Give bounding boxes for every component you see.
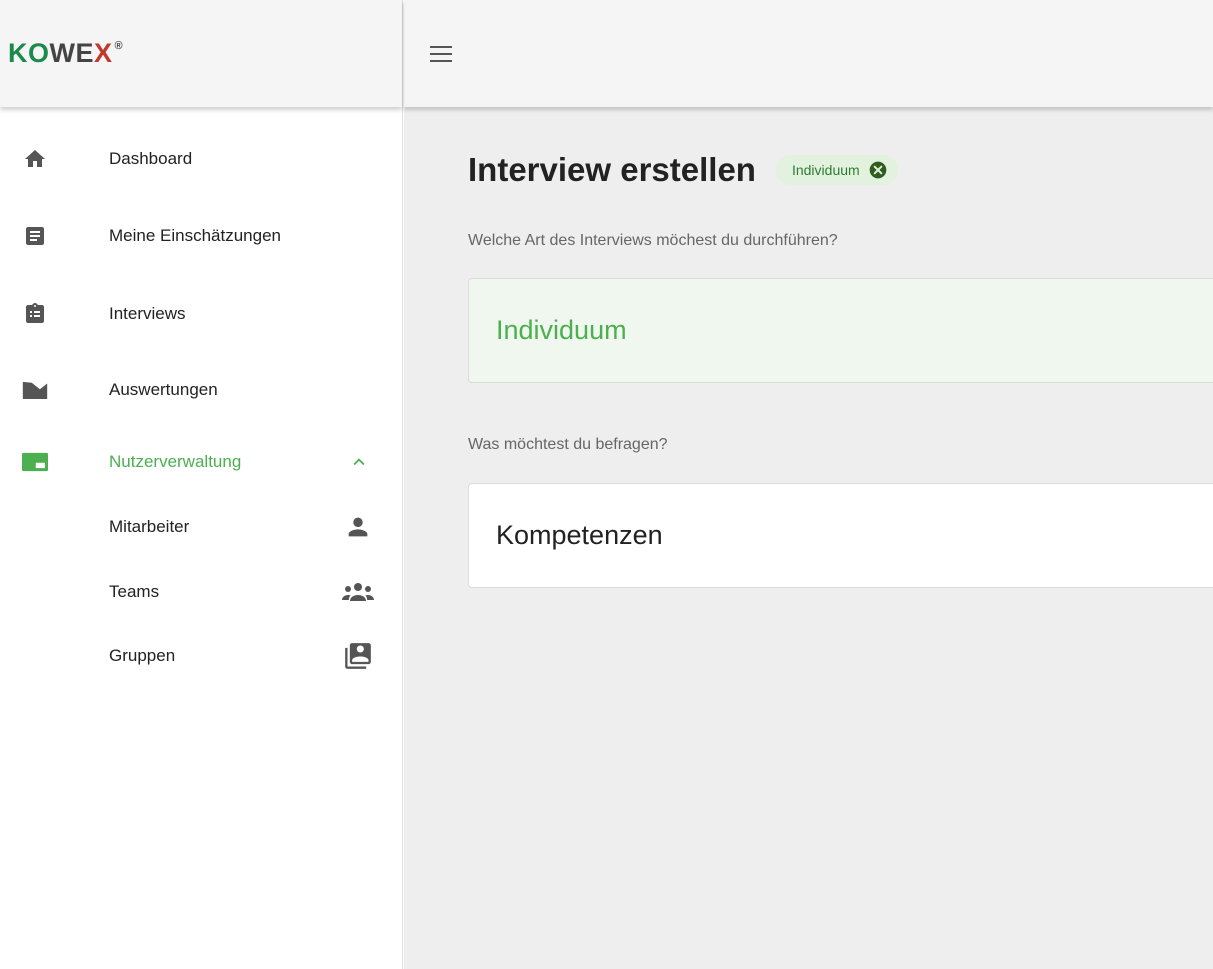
option-card-label: Kompetenzen	[496, 520, 663, 550]
selection-chip: Individuum	[775, 155, 898, 185]
chevron-up-icon[interactable]	[348, 451, 370, 473]
sidebar-item-label: Interviews	[109, 304, 186, 323]
option-card-label: Individuum	[496, 315, 627, 345]
option-card-competencies[interactable]: Kompetenzen	[468, 483, 1213, 588]
top-app-bar	[404, 0, 1213, 107]
interview-type-question: Welche Art des Interviews möchest du dur…	[468, 232, 838, 249]
clipboard-icon	[22, 301, 48, 327]
sidebar-item-assessments[interactable]: Meine Einschätzungen	[0, 212, 402, 260]
document-icon	[22, 223, 48, 249]
contact-list-icon	[340, 641, 376, 671]
sidebar-item-label: Mitarbeiter	[109, 517, 190, 536]
home-icon	[22, 146, 48, 172]
title-row: Interview erstellen Individuum	[468, 151, 898, 189]
page-title: Interview erstellen	[468, 151, 756, 188]
sidebar-item-user-management[interactable]: Nutzerverwaltung	[0, 438, 402, 486]
sidebar: KO WE X ® Dashboard Meine Einschätzungen In…	[0, 0, 403, 969]
sidebar-item-dashboard[interactable]: Dashboard	[0, 135, 402, 183]
sidebar-item-label: Teams	[109, 582, 160, 601]
hamburger-menu-icon[interactable]	[430, 46, 452, 64]
sidebar-item-label: Gruppen	[109, 646, 176, 665]
sidebar-item-interviews[interactable]: Interviews	[0, 290, 402, 338]
area-chart-icon	[22, 377, 48, 403]
sidebar-item-label: Meine Einschätzungen	[109, 226, 282, 245]
sidebar-item-label: Auswertungen	[109, 380, 218, 399]
main-content: Interview erstellen Individuum Welche Ar…	[404, 107, 1213, 969]
chip-label: Individuum	[791, 162, 860, 178]
close-circle-icon[interactable]	[868, 160, 888, 180]
sidebar-item-label: Nutzerverwaltung	[109, 452, 242, 471]
logo-bar: KO WE X ®	[0, 0, 402, 107]
groups-icon	[340, 577, 376, 607]
survey-subject-question: Was möchtest du befragen?	[468, 436, 668, 453]
option-card-individual[interactable]: Individuum	[468, 278, 1213, 383]
person-icon	[340, 512, 376, 542]
sidebar-subitem-teams[interactable]: Teams	[0, 570, 402, 614]
kowex-logo[interactable]: KO WE X ®	[8, 38, 123, 69]
sidebar-item-evaluations[interactable]: Auswertungen	[0, 366, 402, 414]
web-asset-icon	[22, 449, 48, 475]
sidebar-subitem-groups[interactable]: Gruppen	[0, 634, 402, 678]
sidebar-subitem-employees[interactable]: Mitarbeiter	[0, 505, 402, 549]
sidebar-item-label: Dashboard	[109, 149, 193, 168]
